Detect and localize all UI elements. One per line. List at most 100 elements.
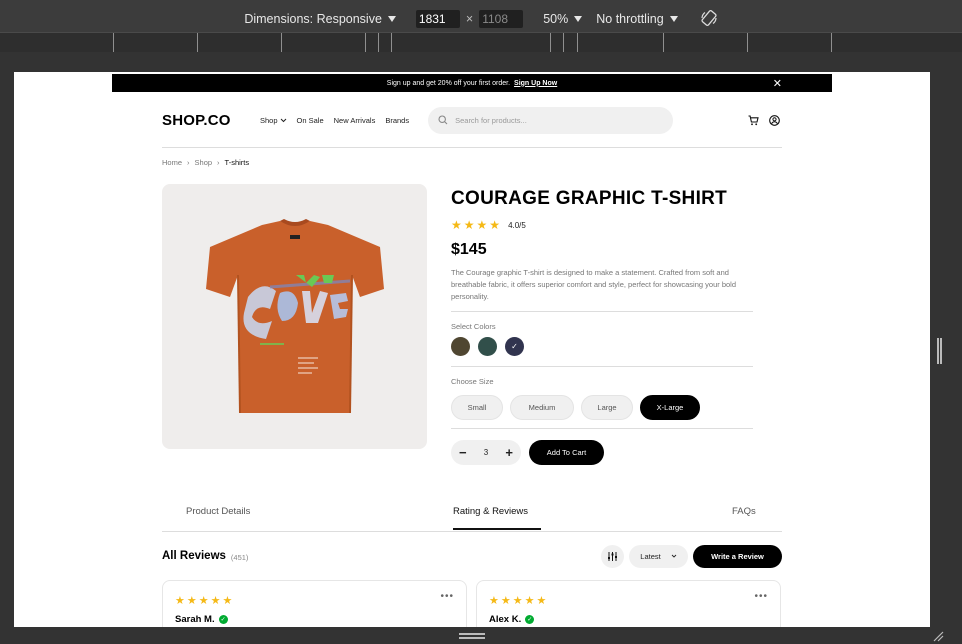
chevron-down-icon: [669, 16, 678, 22]
reviewer-name: Sarah M.: [175, 614, 215, 625]
tab-faqs[interactable]: FAQs: [732, 506, 756, 517]
breadcrumb-home[interactable]: Home: [162, 158, 182, 167]
minus-icon[interactable]: −: [459, 445, 467, 460]
product-image[interactable]: [162, 184, 427, 449]
verified-check-icon: ✓: [218, 615, 228, 624]
dimensions-dropdown[interactable]: Dimensions: Responsive: [244, 12, 396, 26]
user-account-icon[interactable]: [769, 114, 780, 126]
review-card: ★ ★ ★ ★ ★ Sarah M. ✓ •••: [162, 580, 467, 627]
divider: [451, 311, 753, 312]
quantity-value: 3: [483, 448, 489, 457]
size-x-large[interactable]: X-Large: [640, 395, 700, 420]
color-options: ✓: [451, 337, 753, 356]
divider: [451, 428, 753, 429]
header-icons: [748, 114, 782, 126]
nav-new-arrivals[interactable]: New Arrivals: [334, 116, 376, 125]
breadcrumb: Home › Shop › T-shirts: [162, 158, 249, 167]
zoom-label: 50%: [543, 12, 569, 26]
throttling-dropdown[interactable]: No throttling: [596, 12, 678, 26]
throttling-label: No throttling: [596, 12, 664, 26]
search-bar[interactable]: Search for products...: [428, 106, 674, 134]
rotate-icon[interactable]: [700, 9, 718, 30]
chevron-right-icon: ›: [187, 158, 190, 167]
product-price: $145: [451, 241, 487, 258]
sort-dropdown[interactable]: Latest: [629, 544, 688, 568]
plus-icon[interactable]: +: [505, 445, 513, 460]
write-review-button[interactable]: Write a Review: [693, 544, 782, 568]
color-swatch-teal[interactable]: [478, 337, 497, 356]
product-info: COURAGE GRAPHIC T-SHIRT ★ ★ ★ ★ 4.0/5 $145 …: [451, 188, 753, 465]
star-icon: ★: [512, 595, 523, 607]
chevron-right-icon: ›: [217, 158, 220, 167]
size-medium[interactable]: Medium: [510, 395, 574, 420]
chevron-down-icon: [280, 118, 286, 122]
reviews-heading: All Reviews: [162, 550, 226, 562]
size-options: Small Medium Large X-Large: [451, 395, 753, 420]
filter-button[interactable]: [601, 544, 624, 568]
dimensions-label: Dimensions: Responsive: [244, 12, 382, 26]
cart-controls: − 3 + Add To Cart: [451, 440, 753, 465]
check-icon: ✓: [511, 342, 518, 351]
star-icon: ★: [451, 218, 462, 232]
reviewer-name-row: Sarah M. ✓: [175, 614, 454, 625]
resize-handle-right[interactable]: [937, 338, 942, 364]
site-header: SHOP.CO Shop On Sale New Arrivals Brands…: [162, 106, 782, 134]
star-icon: ★: [463, 218, 475, 232]
star-icon: ★: [524, 595, 535, 607]
cart-icon[interactable]: [748, 114, 759, 126]
size-small[interactable]: Small: [451, 395, 503, 420]
height-input[interactable]: 1108: [479, 10, 524, 28]
star-icon: ★: [536, 595, 547, 607]
sort-label: Latest: [640, 551, 661, 561]
breadcrumb-shop[interactable]: Shop: [195, 158, 213, 167]
resize-corner-icon[interactable]: [932, 630, 944, 642]
review-card: ★ ★ ★ ★ ★ Alex K. ✓ •••: [476, 580, 781, 627]
more-options-icon[interactable]: •••: [754, 591, 768, 602]
star-rating: ★ ★ ★ ★ ★: [489, 591, 768, 609]
verified-check-icon: ✓: [525, 615, 535, 624]
star-icon: ★: [500, 595, 511, 607]
resize-handle-bottom[interactable]: [459, 633, 485, 639]
tab-product-details[interactable]: Product Details: [186, 506, 250, 517]
add-to-cart-button[interactable]: Add To Cart: [529, 440, 604, 465]
product-rating: ★ ★ ★ ★ 4.0/5: [451, 216, 753, 234]
active-tab-indicator: [453, 528, 541, 530]
close-icon[interactable]: ✕: [773, 77, 782, 90]
quantity-stepper: − 3 +: [451, 440, 521, 465]
reviewer-name: Alex K.: [489, 614, 522, 625]
star-rating: ★ ★ ★ ★: [451, 216, 502, 234]
nav-brands[interactable]: Brands: [385, 116, 409, 125]
breadcrumb-current: T-shirts: [224, 158, 250, 167]
tshirt-image: [205, 218, 384, 413]
reviews-header: All Reviews (451) Latest Write a Review: [162, 544, 782, 568]
select-colors-label: Select Colors: [451, 322, 496, 331]
more-options-icon[interactable]: •••: [440, 591, 454, 602]
star-icon: ★: [489, 595, 499, 607]
main-nav: Shop On Sale New Arrivals Brands: [260, 116, 409, 125]
star-icon: ★: [186, 595, 197, 607]
search-placeholder: Search for products...: [455, 115, 527, 125]
times-sign: ×: [465, 12, 474, 26]
chevron-down-icon: [574, 16, 583, 22]
zoom-dropdown[interactable]: 50%: [543, 12, 583, 26]
promo-signup-link[interactable]: Sign Up Now: [514, 80, 557, 87]
star-icon: ★: [222, 595, 233, 607]
width-input[interactable]: 1831: [415, 10, 460, 28]
nav-shop[interactable]: Shop: [260, 116, 287, 125]
reviews-count: (451): [230, 552, 249, 562]
chevron-down-icon: [387, 16, 396, 22]
promo-banner: Sign up and get 20% off your first order…: [112, 74, 832, 92]
emulated-page: Sign up and get 20% off your first order…: [14, 72, 930, 627]
nav-shop-label: Shop: [260, 115, 278, 125]
color-swatch-brown[interactable]: [451, 337, 470, 356]
tab-rating-reviews[interactable]: Rating & Reviews: [453, 506, 528, 517]
star-rating: ★ ★ ★ ★ ★: [175, 591, 454, 609]
star-icon: ★: [476, 218, 488, 232]
color-swatch-navy[interactable]: ✓: [505, 337, 524, 356]
site-logo[interactable]: SHOP.CO: [162, 112, 260, 129]
nav-on-sale[interactable]: On Sale: [297, 116, 324, 125]
reviews-actions: Latest Write a Review: [601, 544, 782, 568]
product-description: The Courage graphic T-shirt is designed …: [451, 268, 737, 301]
size-large[interactable]: Large: [581, 395, 633, 420]
reviewer-name-row: Alex K. ✓: [489, 614, 768, 625]
